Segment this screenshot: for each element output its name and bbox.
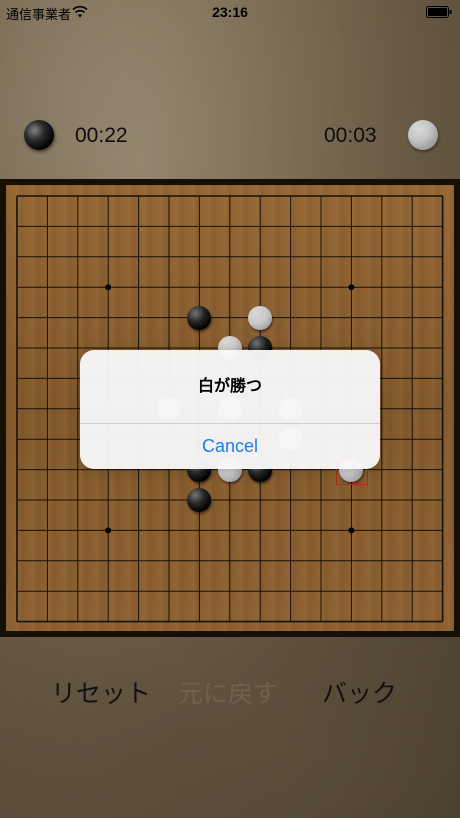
alert-title: 白が勝つ bbox=[197, 376, 262, 395]
result-alert: 白が勝つ Cancel bbox=[80, 350, 380, 469]
back-button[interactable]: バック bbox=[322, 674, 397, 710]
undo-button[interactable]: 元に戻す bbox=[178, 674, 278, 710]
cancel-button[interactable]: Cancel bbox=[80, 424, 380, 469]
reset-button[interactable]: リセット bbox=[51, 674, 151, 710]
